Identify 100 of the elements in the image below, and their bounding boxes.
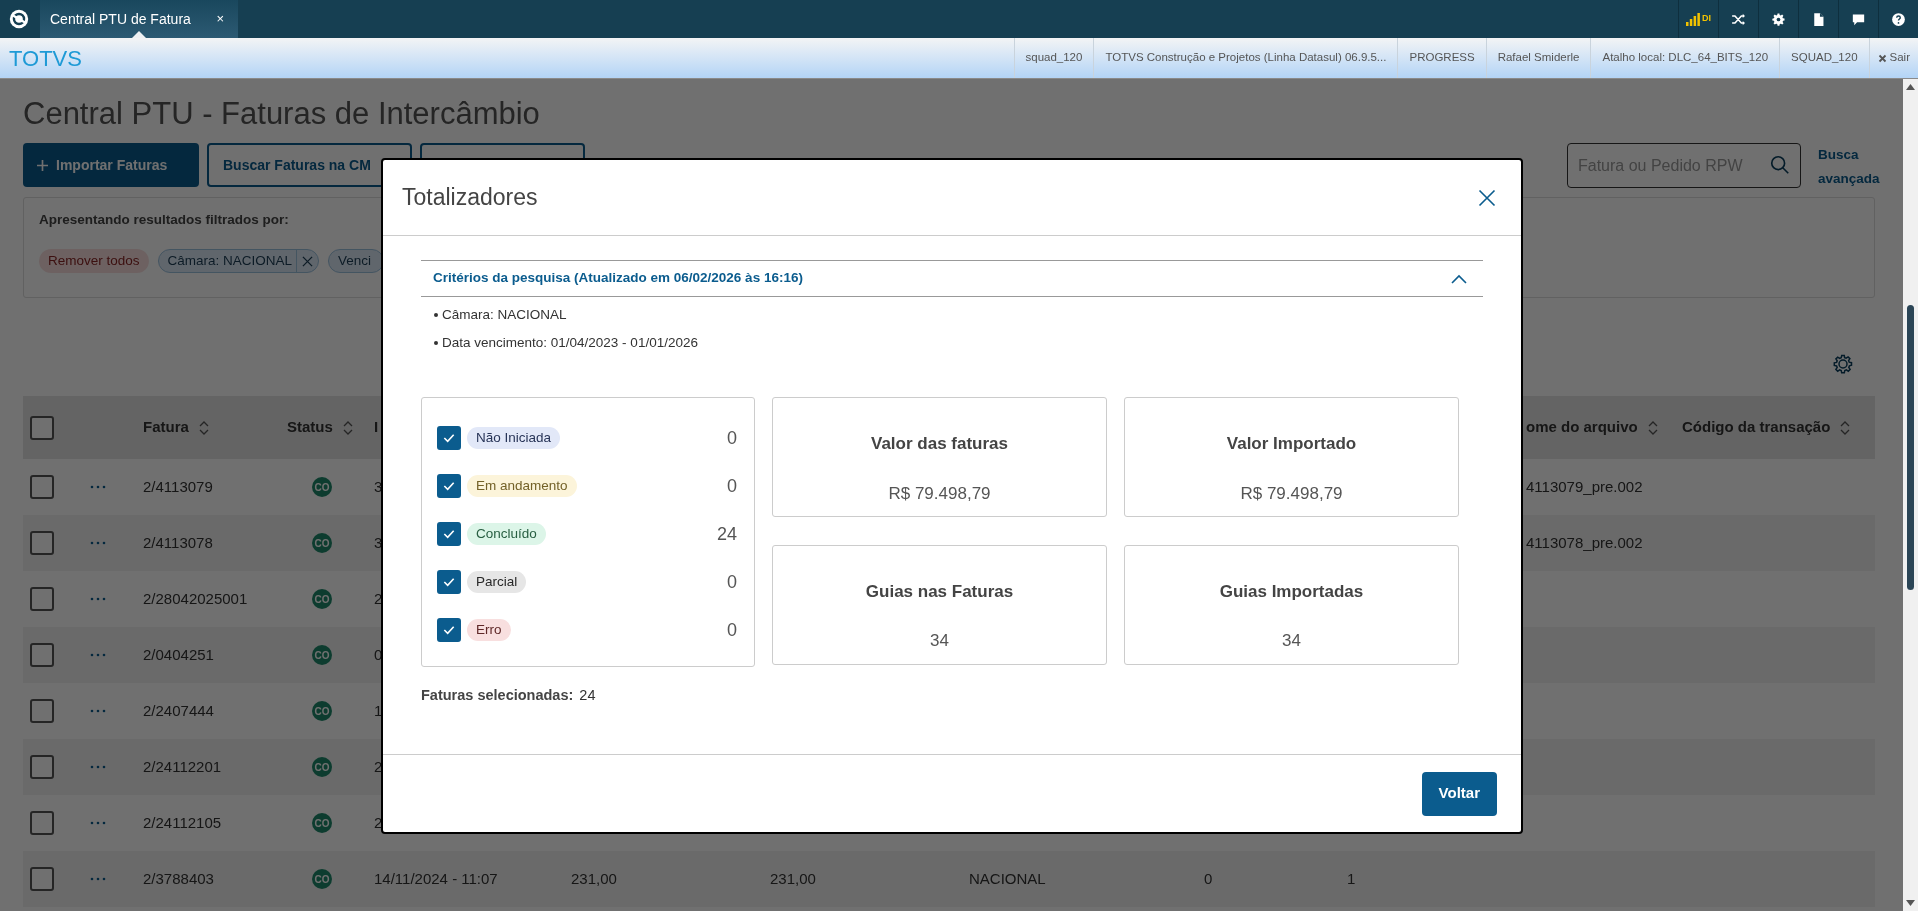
plus-icon xyxy=(37,159,48,171)
table-cell: 2/3788403 xyxy=(143,869,214,887)
header-info: TOTVS Construção e Projetos (Linha Datasul) 06.9.5... xyxy=(1093,38,1398,78)
table-cell: 1 xyxy=(1347,869,1356,887)
checkbox[interactable] xyxy=(437,618,461,642)
page-title: Central PTU - Faturas de Intercâmbio xyxy=(23,95,541,133)
more-icon[interactable] xyxy=(90,765,106,769)
status-tag: Não Iniciada xyxy=(467,427,561,449)
sort-icon[interactable] xyxy=(1647,420,1658,435)
checkbox[interactable] xyxy=(30,755,54,779)
header-info: Rafael Smiderle xyxy=(1485,38,1591,78)
status-badge: CO xyxy=(312,701,332,721)
sort-icon[interactable] xyxy=(342,420,353,435)
table-cell: 4113079_pre.002 xyxy=(1526,477,1643,495)
status-badge: CO xyxy=(312,869,332,889)
brand-logo: TOTVS xyxy=(8,44,82,73)
table-cell: 2/2407444 xyxy=(143,701,214,719)
filter-chip[interactable]: Câmara: NACIONAL xyxy=(157,249,320,274)
logo-icon[interactable] xyxy=(8,8,30,30)
sort-icon[interactable] xyxy=(1840,420,1851,435)
checkbox[interactable] xyxy=(437,474,461,498)
status-count: 0 xyxy=(727,618,738,642)
search-icon[interactable] xyxy=(1769,154,1791,176)
table-cell: 2/4113078 xyxy=(143,533,213,551)
scroll-up-icon[interactable] xyxy=(1906,84,1915,90)
tab-close[interactable]: × xyxy=(216,9,224,29)
more-icon[interactable] xyxy=(90,653,106,657)
logout-button[interactable]: Sair xyxy=(1868,38,1918,78)
import-button[interactable]: Importar Faturas xyxy=(23,143,199,187)
column-header[interactable]: Código da transação xyxy=(1682,416,1831,439)
total-title: Guias Importadas xyxy=(1219,580,1364,603)
checkbox[interactable] xyxy=(30,475,54,499)
app-tab[interactable]: Central PTU de Fatura × xyxy=(40,0,238,38)
outline-button[interactable]: Buscar Faturas na CM xyxy=(207,143,412,187)
status-badge: CO xyxy=(312,757,332,777)
checkbox[interactable] xyxy=(30,699,54,723)
back-button[interactable]: Voltar xyxy=(1421,771,1497,816)
table-cell: 2 xyxy=(374,757,383,775)
close-icon[interactable] xyxy=(1477,187,1497,208)
table-cell: 2/24112105 xyxy=(143,813,222,831)
total-title: Valor das faturas xyxy=(871,433,1008,455)
advanced-search-link[interactable]: Busca avançada xyxy=(1818,143,1880,191)
status-tag: Em andamento xyxy=(467,475,577,497)
header-info: SQUAD_120 xyxy=(1779,38,1869,78)
checkbox[interactable] xyxy=(30,531,54,555)
more-icon[interactable] xyxy=(90,597,106,601)
status-badge: CO xyxy=(312,477,332,497)
total-title: Guias nas Faturas xyxy=(865,580,1014,603)
total-title: Valor Importado xyxy=(1226,433,1357,455)
settings-icon[interactable] xyxy=(1770,10,1787,28)
table-cell: 2/28042025001 xyxy=(143,589,248,607)
help-icon[interactable] xyxy=(1890,10,1907,28)
more-icon[interactable] xyxy=(90,709,106,713)
table-cell: 14/11/2024 - 11:07 xyxy=(374,869,498,887)
header-info: PROGRESS xyxy=(1397,38,1486,78)
status-count: 24 xyxy=(716,522,738,546)
checkbox[interactable] xyxy=(30,587,54,611)
table-cell: 2/0404251 xyxy=(143,645,214,663)
table-cell: 231,00 xyxy=(770,869,816,887)
scrollbar[interactable] xyxy=(1903,79,1918,911)
table-cell: 2/24112201 xyxy=(143,757,222,775)
checkbox[interactable] xyxy=(437,570,461,594)
column-header[interactable]: Status xyxy=(287,416,333,439)
bullet-icon xyxy=(434,313,438,317)
scrollbar-thumb[interactable] xyxy=(1907,305,1914,590)
chevron-up-icon xyxy=(1451,273,1467,284)
column-header[interactable]: I xyxy=(374,416,379,439)
column-header[interactable]: Fatura xyxy=(143,416,189,439)
checkbox[interactable] xyxy=(30,643,54,667)
close-icon[interactable] xyxy=(302,255,314,267)
column-header[interactable]: ome do arquivo xyxy=(1526,416,1638,439)
remove-all-chip[interactable]: Remover todos xyxy=(39,249,149,274)
scroll-down-icon[interactable] xyxy=(1906,900,1915,906)
more-icon[interactable] xyxy=(90,821,106,825)
header-info: Atalho local: DLC_64_BITS_120 xyxy=(1590,38,1780,78)
checkbox[interactable] xyxy=(30,811,54,835)
table-cell: 2 xyxy=(374,813,383,831)
checkbox[interactable] xyxy=(30,867,54,891)
status-badge: CO xyxy=(312,813,332,833)
table-cell: 2 xyxy=(374,589,383,607)
checkbox[interactable] xyxy=(437,426,461,450)
total-value: R$ 79.498,79 xyxy=(1240,482,1343,505)
more-icon[interactable] xyxy=(90,541,106,545)
more-icon[interactable] xyxy=(90,877,106,881)
more-icon[interactable] xyxy=(90,485,106,489)
sort-icon[interactable] xyxy=(198,420,209,435)
filter-caption: Apresentando resultados filtrados por: xyxy=(39,211,290,229)
selected-label: Faturas selecionadas: xyxy=(421,686,574,705)
status-badge: CO xyxy=(312,645,332,665)
status-count: 0 xyxy=(727,570,738,594)
signal-label: DI xyxy=(1702,12,1711,26)
checkbox[interactable] xyxy=(30,415,54,440)
status-badge: CO xyxy=(312,589,332,609)
signal-icon[interactable] xyxy=(1686,12,1700,26)
status-tag: Concluído xyxy=(467,523,546,545)
total-value: 34 xyxy=(930,630,949,652)
selected-count: 24 xyxy=(579,686,596,705)
accordion-header[interactable]: Critérios da pesquisa (Atualizado em 06/02/2026 às 16:16) xyxy=(421,260,1483,297)
table-cell: 0 xyxy=(1204,869,1213,887)
checkbox[interactable] xyxy=(437,522,461,546)
